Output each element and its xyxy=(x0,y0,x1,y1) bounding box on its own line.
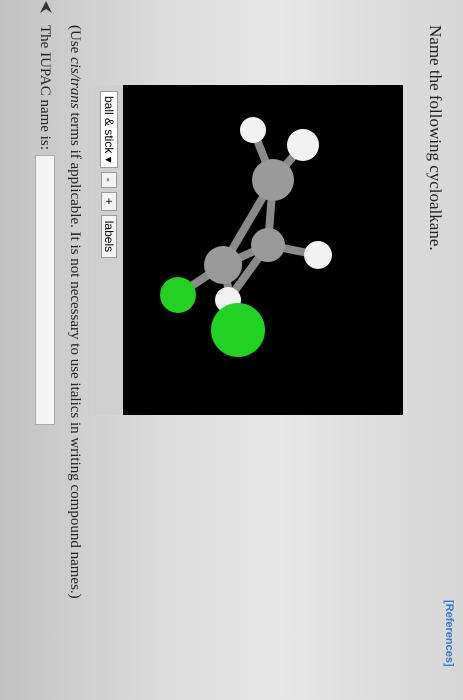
display-mode-value: ball & stick xyxy=(102,96,116,154)
display-mode-select[interactable]: ball & stick ▾ xyxy=(100,91,118,168)
instructions-prefix: (Use xyxy=(67,25,83,58)
molecule-model xyxy=(160,117,332,357)
chlorine-atom xyxy=(211,303,265,357)
references-link[interactable]: [References] xyxy=(443,600,455,667)
chevron-down-icon: ▾ xyxy=(102,156,116,163)
zoom-in-button[interactable]: + xyxy=(101,191,117,211)
question-page: [References] Name the following cycloalk… xyxy=(0,0,463,700)
carbon-atom xyxy=(252,159,294,201)
molecule-viewer[interactable] xyxy=(103,85,403,415)
carbon-atom xyxy=(251,228,285,262)
question-prompt: Name the following cycloalkane. xyxy=(426,25,445,251)
screenshot: [References] Name the following cycloalk… xyxy=(0,0,463,700)
hydrogen-atom xyxy=(287,129,319,161)
arrow-pointer-icon xyxy=(40,1,52,13)
instructions-emphasis: cis/trans xyxy=(67,57,83,109)
iupac-name-label: The IUPAC name is: xyxy=(37,25,53,150)
instructions-suffix: terms if applicable. It is not necessary… xyxy=(67,108,83,599)
chlorine-atom xyxy=(160,277,196,313)
zoom-out-button[interactable]: - xyxy=(101,171,117,188)
hydrogen-atom xyxy=(304,241,332,269)
instructions-text: (Use cis/trans terms if applicable. It i… xyxy=(66,25,83,599)
carbon-atom xyxy=(204,246,242,284)
iupac-name-input[interactable] xyxy=(35,155,55,425)
labels-button[interactable]: labels xyxy=(101,214,117,259)
hydrogen-atom xyxy=(240,117,266,143)
viewer-toolbar: ball & stick ▾ - + labels xyxy=(95,85,123,415)
